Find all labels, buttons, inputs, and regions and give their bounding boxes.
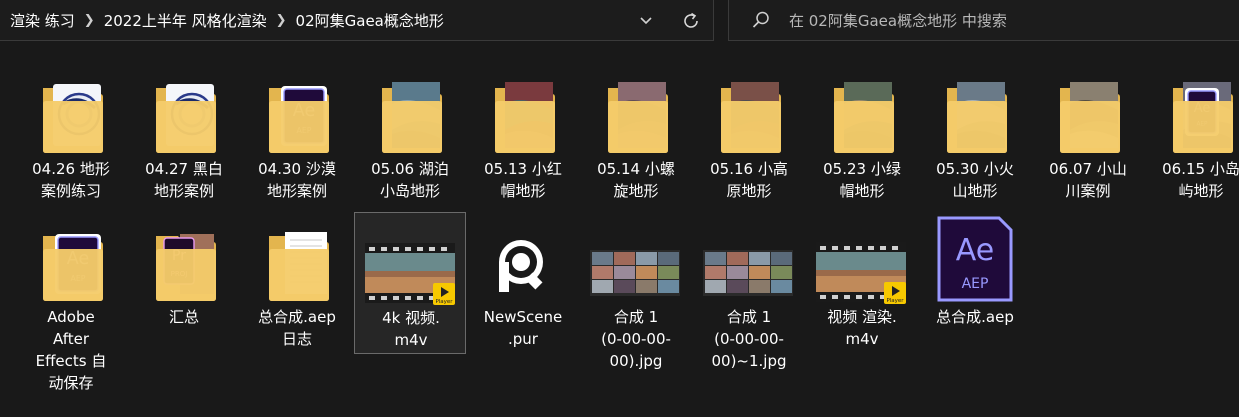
svg-text:Ae: Ae [956,233,994,268]
file-name-label: 04.26 地形 案例练习 [32,160,110,200]
file-name-label: 05.16 小高 原地形 [710,160,788,200]
folder-item[interactable]: 04.27 黑白 地形案例 [128,64,240,206]
folder-icon: AeAEP [43,234,103,301]
folder-item[interactable]: AeAEP AdobeAfterEffects 自动保存 [15,212,127,398]
breadcrumb-item[interactable]: 02阿集Gaea概念地形 [296,10,444,31]
breadcrumb-item[interactable]: 2022上半年 风格化渲染 [104,10,267,31]
video-file-icon: Player [365,243,455,305]
file-item[interactable]: Player 视频 渲染. m4v [806,212,918,354]
file-name-label: 04.27 黑白 地形案例 [145,160,223,200]
file-name-label: 05.30 小火 山地形 [936,160,1014,200]
folder-item[interactable]: 06.07 小山 川案例 [1032,64,1144,206]
folder-item[interactable]: AeAEP 06.15 小岛屿地形 [1145,64,1239,206]
folder-item[interactable]: 05.06 湖泊 小岛地形 [354,64,466,206]
file-item[interactable]: 合成 1 (0-00-00- 00).jpg [580,212,692,376]
svg-text:Player: Player [886,298,904,304]
file-name-label: 视频 渲染. m4v [827,308,897,348]
after-effects-file-icon: Ae AEP [937,216,1013,302]
video-file-icon: Player [816,242,906,304]
file-name-label: 4k 视频. m4v [382,309,440,349]
refresh-icon[interactable] [680,10,702,32]
file-name-label: 总合成.aep [936,308,1014,326]
folder-item[interactable]: 05.14 小螺 旋地形 [580,64,692,206]
file-name-label: 06.07 小山 川案例 [1049,160,1127,200]
folder-icon [495,82,555,153]
search-input[interactable] [787,6,1231,36]
file-name-label: 05.14 小螺 旋地形 [597,160,675,200]
file-item[interactable]: Ae AEP 总合成.aep [919,212,1031,332]
file-name-label: 06.15 小岛 屿地形 [1162,160,1239,200]
folder-icon [834,82,894,153]
file-name-label: 05.06 湖泊 小岛地形 [371,160,449,200]
folder-item[interactable]: PrPROJ 汇总 [128,212,240,332]
folder-icon: PrPROJ [156,234,216,301]
search-box[interactable] [728,0,1239,41]
folder-item[interactable]: 05.16 小高 原地形 [693,64,805,206]
breadcrumb-item[interactable]: 渲染 练习 [10,10,75,31]
image-file-icon [590,250,680,296]
folder-item[interactable]: AeAEP 04.30 沙漠地形案例 [241,64,353,206]
file-item[interactable]: NewScene .pur [467,212,579,354]
file-name-label: Adobe After Effects 自动保存 [35,308,107,392]
breadcrumb: 渲染 练习 ❯ 2022上半年 风格化渲染 ❯ 02阿集Gaea概念地形 [10,10,444,31]
folder-icon [608,82,668,153]
file-name-label: NewScene .pur [483,308,563,348]
file-item[interactable]: 合成 1 (0-00-00- 00)~1.jpg [693,212,805,376]
folder-item[interactable]: 05.30 小火 山地形 [919,64,1031,206]
folder-icon [156,84,216,153]
top-bar: 渲染 练习 ❯ 2022上半年 风格化渲染 ❯ 02阿集Gaea概念地形 [0,0,1239,42]
folder-icon [269,232,329,301]
folder-icon [947,82,1007,153]
file-name-label: 05.23 小绿 帽地形 [823,160,901,200]
chevron-down-icon[interactable] [636,12,656,30]
file-name-label: 04.30 沙漠 地形案例 [258,160,336,200]
address-bar[interactable]: 渲染 练习 ❯ 2022上半年 风格化渲染 ❯ 02阿集Gaea概念地形 [0,0,714,41]
player-badge-icon: Player [433,283,455,305]
folder-icon [43,84,103,153]
file-name-label: 05.13 小红 帽地形 [484,160,562,200]
file-name-label: 合成 1 (0-00-00- 00).jpg [601,308,671,370]
player-badge-icon: Player [884,282,906,304]
folder-item[interactable]: 05.13 小红 帽地形 [467,64,579,206]
file-name-label: 总合成.aep 日志 [258,308,336,348]
chevron-right-icon[interactable]: ❯ [276,13,287,28]
folder-icon [1060,82,1120,153]
svg-text:AEP: AEP [962,276,989,292]
folder-icon [721,82,781,153]
folder-item[interactable]: 总合成.aep 日志 [241,212,353,354]
svg-text:Player: Player [435,299,453,305]
search-icon [752,11,769,28]
folder-item[interactable]: 04.26 地形 案例练习 [15,64,127,206]
file-item[interactable]: Player 4k 视频. m4v [354,212,466,354]
chevron-right-icon[interactable]: ❯ [84,13,95,28]
file-name-label: 合成 1 (0-00-00- 00)~1.jpg [711,308,787,370]
file-name-label: 汇总 [168,308,199,326]
pureref-icon [499,240,543,292]
folder-icon [382,82,442,153]
folder-item[interactable]: 05.23 小绿 帽地形 [806,64,918,206]
folder-icon: AeAEP [1173,82,1233,153]
image-file-icon [703,250,793,296]
folder-icon: AeAEP [269,86,329,153]
